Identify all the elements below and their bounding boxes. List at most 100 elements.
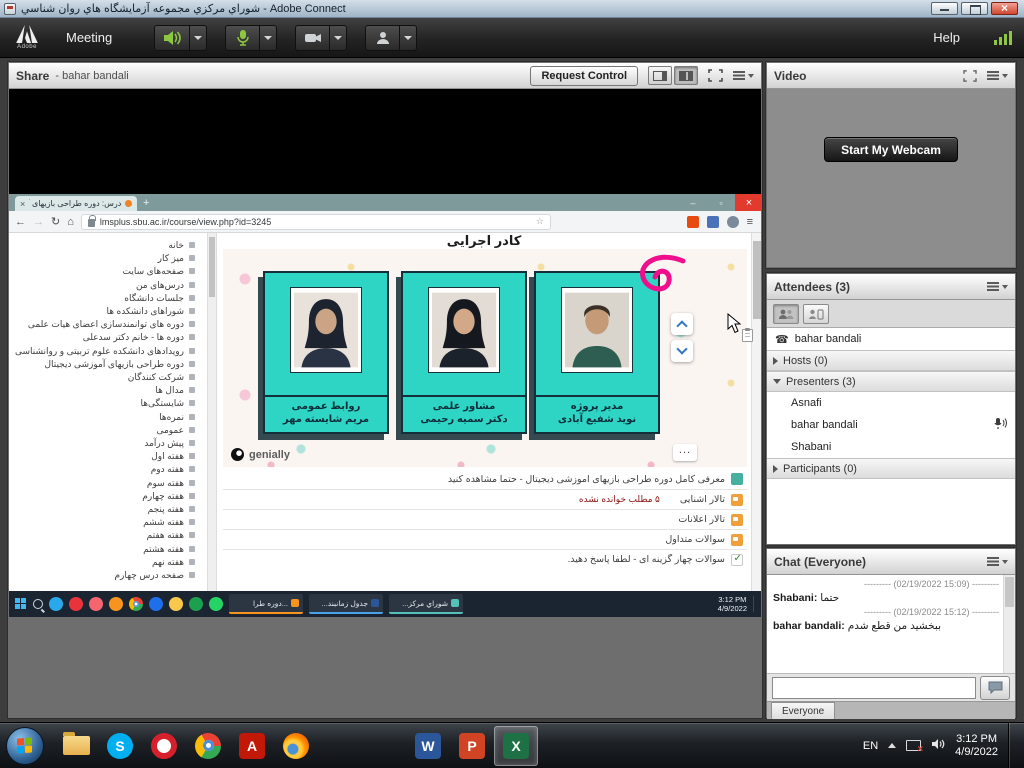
video-expand-button[interactable] [963, 70, 977, 82]
video-pod-menu[interactable] [987, 71, 1008, 80]
tray-expand-icon[interactable] [888, 743, 896, 748]
attendee-row[interactable]: Asnafi [767, 392, 1015, 414]
layout-toggle-split[interactable] [674, 66, 698, 85]
minimize-button[interactable] [931, 2, 958, 15]
forward-icon[interactable]: → [33, 216, 44, 228]
shared-taskbar-window[interactable]: ...دوره طرا [229, 594, 303, 614]
activity-link[interactable]: معرفی کامل دوره طراحی بازیهای آموزشی دیج… [448, 474, 725, 485]
breakout-view-button[interactable] [803, 304, 829, 324]
excel-icon-active[interactable] [494, 726, 538, 766]
new-tab-button[interactable]: + [137, 196, 155, 211]
chat-scrollbar[interactable] [1003, 575, 1015, 673]
lms-sidebar-item[interactable]: دوره طراحی بازیهای آموزشی دیجیتال [13, 358, 195, 371]
shared-clock[interactable]: 3:12 PM 4/9/2022 [718, 595, 747, 613]
browser-maximize-button[interactable] [707, 194, 735, 211]
chat-input[interactable] [772, 677, 976, 699]
word-icon[interactable] [406, 726, 450, 766]
opera-icon[interactable] [69, 597, 83, 611]
slide-down-button[interactable] [671, 340, 693, 362]
activity-link[interactable]: سوالات متداول [665, 534, 725, 545]
chrome-icon[interactable] [129, 597, 143, 611]
status-dropdown[interactable] [399, 25, 417, 51]
speaker-button[interactable] [154, 25, 189, 51]
activity-link[interactable]: تالار آشنایی [680, 494, 725, 505]
lms-sidebar-item[interactable]: شایستگی‌ها [13, 397, 195, 410]
chat-tab-everyone[interactable]: Everyone [771, 702, 835, 719]
back-icon[interactable]: ← [15, 216, 26, 228]
attendees-pod-menu[interactable] [987, 282, 1008, 291]
activity-link[interactable]: تالار اعلانات [678, 514, 725, 525]
reload-icon[interactable]: ↻ [51, 215, 60, 228]
microphone-dropdown[interactable] [259, 25, 277, 51]
powerpoint-icon[interactable] [450, 726, 494, 766]
address-bar[interactable]: lmsplus.sbu.ac.ir/course/view.php?id=324… [81, 214, 551, 230]
edge-icon[interactable] [362, 726, 406, 766]
firefox-icon[interactable] [274, 726, 318, 766]
edge-icon[interactable] [149, 597, 163, 611]
shared-start-button[interactable] [15, 598, 27, 610]
shared-taskbar-window[interactable]: جدول زمانبند... [309, 594, 383, 614]
maximize-button[interactable] [961, 2, 988, 15]
lms-sidebar-item[interactable]: درس‌های من [13, 279, 195, 292]
opera-icon[interactable] [142, 726, 186, 766]
lms-sidebar-item[interactable]: پیش درآمد [13, 437, 195, 450]
lms-sidebar-item[interactable]: میز کار [13, 252, 195, 265]
extension-red-icon[interactable] [687, 216, 699, 228]
presentation-options-button[interactable] [673, 444, 697, 461]
internet-explorer-icon[interactable] [318, 726, 362, 766]
activity-link[interactable]: سوالات چهار گزینه ای - لطفا پاسخ دهید. [568, 554, 725, 565]
lms-sidebar-item[interactable]: جلسات دانشگاه [13, 292, 195, 305]
lms-sidebar-item[interactable]: دوره ها - خانم دکتر سدعلی [13, 331, 195, 344]
shared-show-desktop[interactable] [753, 596, 757, 612]
close-button[interactable] [991, 2, 1018, 15]
shared-search-icon[interactable] [33, 599, 43, 609]
lms-sidebar-item[interactable]: هفته ششم [13, 516, 195, 529]
webcam-button[interactable] [295, 25, 329, 51]
lms-sidebar-item[interactable]: هفته هفتم [13, 529, 195, 542]
lms-sidebar-item[interactable]: هفته اول [13, 450, 195, 463]
participants-group-row[interactable]: Participants (0) [767, 458, 1015, 479]
lms-sidebar-item[interactable]: هفته هشتم [13, 543, 195, 556]
lms-sidebar-item[interactable]: صفحه درس چهارم [13, 569, 195, 582]
lms-sidebar-item[interactable]: هفته دوم [13, 463, 195, 476]
presenters-group-row[interactable]: Presenters (3) [767, 371, 1015, 392]
genially-logo[interactable]: genially [231, 448, 290, 461]
browser-menu-icon[interactable]: ≡ [747, 216, 753, 228]
lms-sidebar-item[interactable]: هفته سوم [13, 477, 195, 490]
lms-sidebar-item[interactable]: هفته نهم [13, 556, 195, 569]
speaker-dropdown[interactable] [189, 25, 207, 51]
sidebar-scrollbar[interactable] [207, 233, 217, 591]
lms-sidebar-item[interactable]: صفحه‌های سایت [13, 265, 195, 278]
pink-app-icon[interactable] [89, 597, 103, 611]
phone-attendee-row[interactable]: bahar bandali [767, 328, 1015, 350]
skype-icon[interactable] [98, 726, 142, 766]
help-menu[interactable]: Help [921, 20, 972, 55]
lms-sidebar-item[interactable]: نمره‌ها [13, 411, 195, 424]
lms-sidebar-item[interactable]: خانه [13, 239, 195, 252]
telegram-icon[interactable] [49, 597, 63, 611]
hosts-group-row[interactable]: Hosts (0) [767, 350, 1015, 371]
orange-app-icon[interactable] [109, 597, 123, 611]
whatsapp-icon[interactable] [209, 597, 223, 611]
start-webcam-button[interactable]: Start My Webcam [824, 137, 958, 162]
share-pod-menu[interactable] [733, 71, 754, 80]
excel-icon[interactable] [189, 597, 203, 611]
microphone-button[interactable] [225, 25, 259, 51]
lms-sidebar-item[interactable]: مدال ها [13, 384, 195, 397]
lms-sidebar-item[interactable]: رویدادهای دانشکده علوم تربیتی و روانشناس… [13, 345, 195, 358]
show-desktop-button[interactable] [1008, 723, 1016, 768]
volume-icon[interactable] [931, 737, 945, 755]
start-button[interactable] [6, 727, 44, 765]
folder-icon[interactable] [169, 597, 183, 611]
attendee-view-button[interactable] [773, 304, 799, 324]
shared-taskbar-window[interactable]: شوراي مركز... [389, 594, 463, 614]
lms-sidebar-item[interactable]: عمومی [13, 424, 195, 437]
lms-sidebar-item[interactable]: هفته پنجم [13, 503, 195, 516]
file-explorer-icon[interactable] [54, 726, 98, 766]
chat-send-button[interactable] [980, 676, 1010, 700]
network-disconnected-icon[interactable] [906, 740, 921, 751]
lms-sidebar-item[interactable]: هفته چهارم [13, 490, 195, 503]
attendee-row[interactable]: bahar bandali [767, 414, 1015, 436]
meeting-menu[interactable]: Meeting [54, 20, 124, 55]
bookmark-star-icon[interactable]: ☆ [536, 216, 544, 227]
